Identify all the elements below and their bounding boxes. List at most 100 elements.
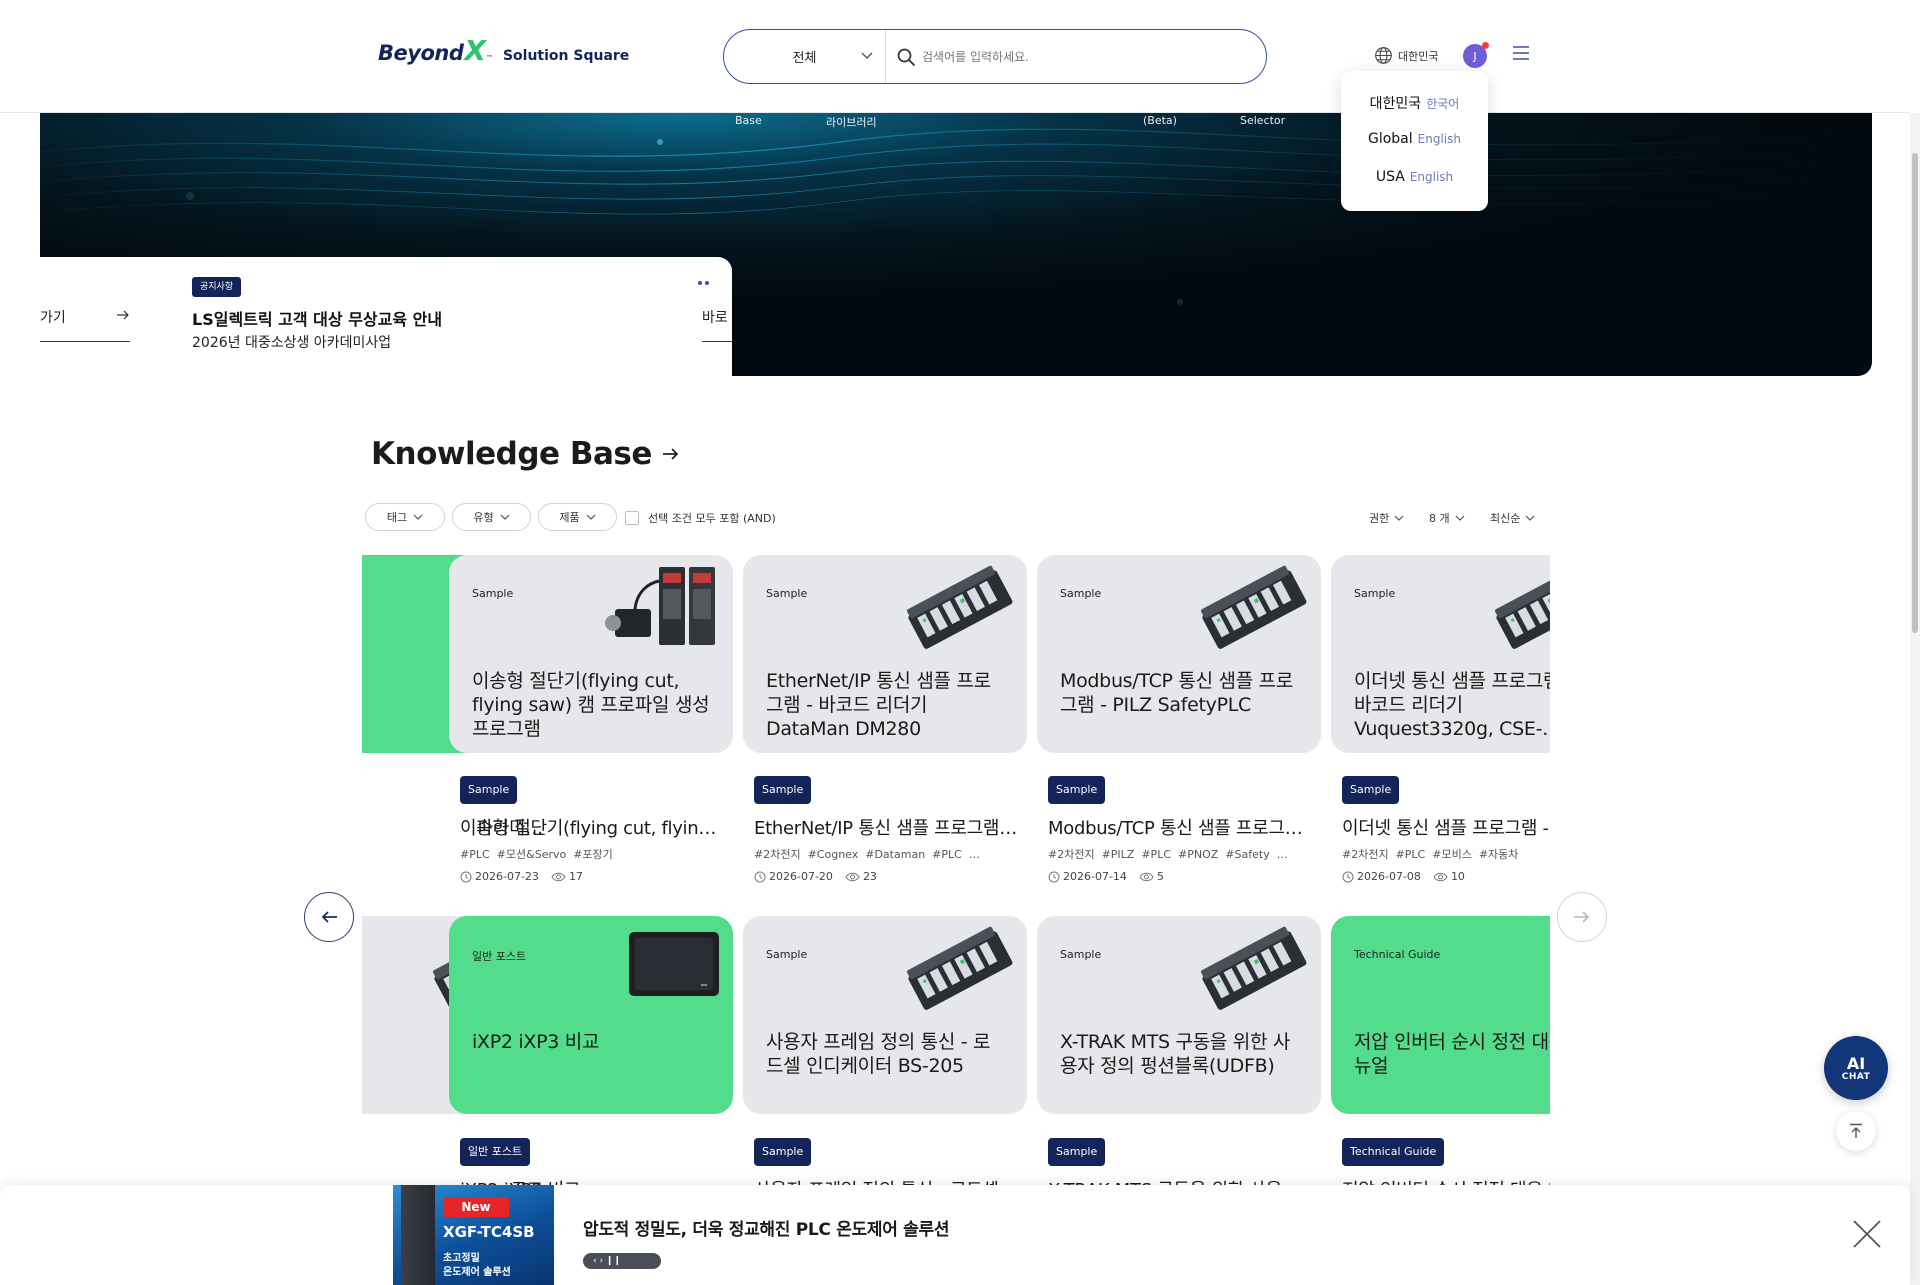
scroll-to-top-button[interactable]: [1836, 1111, 1876, 1151]
tag-chip[interactable]: #PLC: [1141, 848, 1171, 861]
eye-icon: [845, 872, 860, 881]
filter-type[interactable]: 유형: [452, 503, 531, 531]
carousel-prev-button[interactable]: [304, 892, 354, 942]
notice-title[interactable]: LS일렉트릭 고객 대상 무상교육 안내: [192, 306, 442, 330]
tag-chip[interactable]: #Dataman: [865, 848, 925, 861]
tag-chip[interactable]: #포장기: [573, 848, 613, 861]
card-meta-title[interactable]: X-TRAK MTS 구동을 위한 사용: [1048, 1176, 1313, 1185]
promo-desc-line2: 온도제어 솔루션: [443, 1267, 511, 1278]
promo-banner-image[interactable]: New XGF-TC4SB 초고정밀 온도제어 솔루션: [393, 1185, 554, 1285]
arrow-left-icon: [321, 911, 337, 923]
close-icon[interactable]: [1852, 1219, 1882, 1249]
tag-chip[interactable]: #2차전지: [1048, 848, 1095, 861]
tag-chip[interactable]: …: [1277, 848, 1288, 861]
card-category: Sample: [1060, 948, 1102, 961]
card-meta-title[interactable]: 사용자 프레임 정의 통신 - 로드셀: [754, 1176, 1019, 1185]
tag-chip[interactable]: #PNOZ: [1178, 848, 1218, 861]
sort-order-label: 최신순: [1490, 512, 1521, 525]
type-badge: Sample: [1048, 776, 1106, 804]
clock-icon: [1048, 871, 1060, 882]
shortcut-link[interactable]: 바로: [702, 307, 732, 342]
notice-badge: 공지사항: [192, 277, 242, 297]
post-date: 2026-07-20: [769, 870, 833, 883]
chevron-down-icon: [413, 514, 423, 520]
scrollbar-thumb[interactable]: [1912, 153, 1918, 633]
tag-chip[interactable]: #Cognex: [808, 848, 859, 861]
knowledge-card[interactable]: Sample EtherNet/IP 통신 샘플 프로그램 - 바코드 리더기 D…: [743, 555, 1027, 753]
logo-x-mark: X: [464, 34, 486, 67]
sort-count[interactable]: 8 개: [1429, 510, 1465, 526]
ai-chat-button[interactable]: AI CHAT: [1824, 1036, 1888, 1100]
eye-icon: [1139, 872, 1154, 881]
language-option-usa[interactable]: USA English: [1341, 169, 1488, 207]
page-scrollbar[interactable]: [1910, 113, 1920, 1285]
language-option-korea[interactable]: 대한민국 한국어: [1341, 93, 1488, 131]
sort-permission-label: 권한: [1369, 512, 1390, 525]
card-stats: 2026-07-23 17: [460, 870, 583, 883]
hero-nav-library[interactable]: 라이브러리: [826, 114, 877, 130]
hero-nav-base[interactable]: Base: [735, 114, 762, 127]
card-meta: Technical Guide 저압 인버터 순시 정전 대응 매: [1331, 1138, 1550, 1185]
view-count: 5: [1156, 870, 1164, 883]
card-meta: Sample 이송형 절단기(flying cut, flying … #PLC #모…: [449, 776, 733, 906]
sort-order[interactable]: 최신순: [1490, 510, 1535, 526]
tag-chip[interactable]: #2차전지: [754, 848, 801, 861]
site-logo[interactable]: Beyond X ™ Solution Square: [378, 34, 629, 67]
card-meta-title[interactable]: iXP2 iXP3 비교: [460, 1176, 725, 1185]
knowledge-card[interactable]: 일반 포스트 iXP2 iXP3 비교: [449, 916, 733, 1114]
card-meta-title[interactable]: EtherNet/IP 통신 샘플 프로그램 …: [754, 814, 1019, 840]
tag-chip[interactable]: #Safety: [1225, 848, 1269, 861]
card-meta-title[interactable]: 저압 인버터 순시 정전 대응 매: [1342, 1176, 1550, 1185]
hero-nav-selector[interactable]: Selector: [1240, 114, 1285, 127]
and-condition-checkbox[interactable]: 선택 조건 모두 포함 (AND): [625, 510, 776, 526]
promo-banner-text[interactable]: 압도적 정밀도, 더욱 정교해진 PLC 온도제어 솔루션: [583, 1215, 950, 1240]
knowledge-base-heading[interactable]: Knowledge Base: [371, 436, 680, 472]
language-selector[interactable]: 대한민국: [1374, 46, 1438, 65]
tag-chip[interactable]: …: [969, 848, 980, 861]
type-badge: Sample: [1342, 776, 1400, 804]
knowledge-base-carousel: 능 션,…파라미…Sample이송형 절단기(flying cut, flyin…: [362, 553, 1550, 1185]
language-option-sub: English: [1417, 132, 1461, 146]
promo-desc-line1: 초고정밀: [443, 1253, 480, 1264]
hamburger-menu-icon[interactable]: [1512, 45, 1530, 61]
card-meta-title[interactable]: 이더넷 통신 샘플 프로그램 -: [1342, 814, 1550, 840]
knowledge-card[interactable]: Sample 이더넷 통신 샘플 프로그램 - 바코드 리더기 Vuquest33…: [1331, 555, 1550, 753]
knowledge-card[interactable]: Sample X-TRAK MTS 구동을 위한 사용자 정의 펑션블록(UDFB…: [1037, 916, 1321, 1114]
avatar[interactable]: J: [1463, 42, 1489, 68]
tag-chip[interactable]: #PILZ: [1102, 848, 1135, 861]
knowledge-card[interactable]: Sample 이송형 절단기(flying cut, flying saw) 캠 …: [449, 555, 733, 753]
card-stats: 2026-07-20 23: [754, 870, 877, 883]
tag-chip[interactable]: #2차전지: [1342, 848, 1389, 861]
card-category: Technical Guide: [1354, 948, 1441, 961]
search-category-select[interactable]: 전체: [724, 30, 886, 83]
language-option-global[interactable]: Global English: [1341, 131, 1488, 169]
card-product-image: [623, 922, 723, 1008]
chevron-down-icon: [1394, 515, 1404, 521]
promo-slider-controls[interactable]: ‹ › ❙❙: [583, 1253, 661, 1269]
knowledge-card[interactable]: Technical Guide 저압 인버터 순시 정전 대응 매뉴얼: [1331, 916, 1550, 1114]
notice-pagination-dots[interactable]: [698, 281, 709, 285]
checkbox-box[interactable]: [625, 511, 639, 525]
logo-beyond-text: Beyond: [378, 41, 464, 65]
go-link[interactable]: 가기: [40, 307, 130, 342]
tag-chip[interactable]: #PLC: [932, 848, 962, 861]
carousel-next-button[interactable]: [1557, 892, 1607, 942]
tag-chip[interactable]: #모션&Servo: [497, 848, 567, 861]
filter-tag[interactable]: 태그: [365, 503, 445, 531]
card-meta-title[interactable]: Modbus/TCP 통신 샘플 프로그…: [1048, 814, 1313, 840]
card-title: EtherNet/IP 통신 샘플 프로그램 - 바코드 리더기 DataMan…: [766, 670, 991, 740]
tag-chip[interactable]: #자동차: [1479, 848, 1519, 861]
search-input[interactable]: [922, 49, 1242, 64]
search-icon[interactable]: [896, 47, 916, 67]
tag-chip[interactable]: #PLC: [460, 848, 490, 861]
tag-chip[interactable]: #모비스: [1432, 848, 1472, 861]
plc-module-graphic: [401, 1185, 435, 1285]
filter-product[interactable]: 제품: [538, 503, 617, 531]
knowledge-card[interactable]: Sample Modbus/TCP 통신 샘플 프로그램 - PILZ Safet…: [1037, 555, 1321, 753]
knowledge-card[interactable]: Sample 사용자 프레임 정의 통신 - 로드셀 인디케이터 BS-205: [743, 916, 1027, 1114]
card-meta-title[interactable]: 이송형 절단기(flying cut, flying …: [460, 814, 725, 840]
sort-permission[interactable]: 권한: [1369, 510, 1404, 526]
chevron-down-icon: [500, 514, 510, 520]
hero-nav-beta[interactable]: (Beta): [1143, 114, 1177, 127]
tag-chip[interactable]: #PLC: [1396, 848, 1426, 861]
